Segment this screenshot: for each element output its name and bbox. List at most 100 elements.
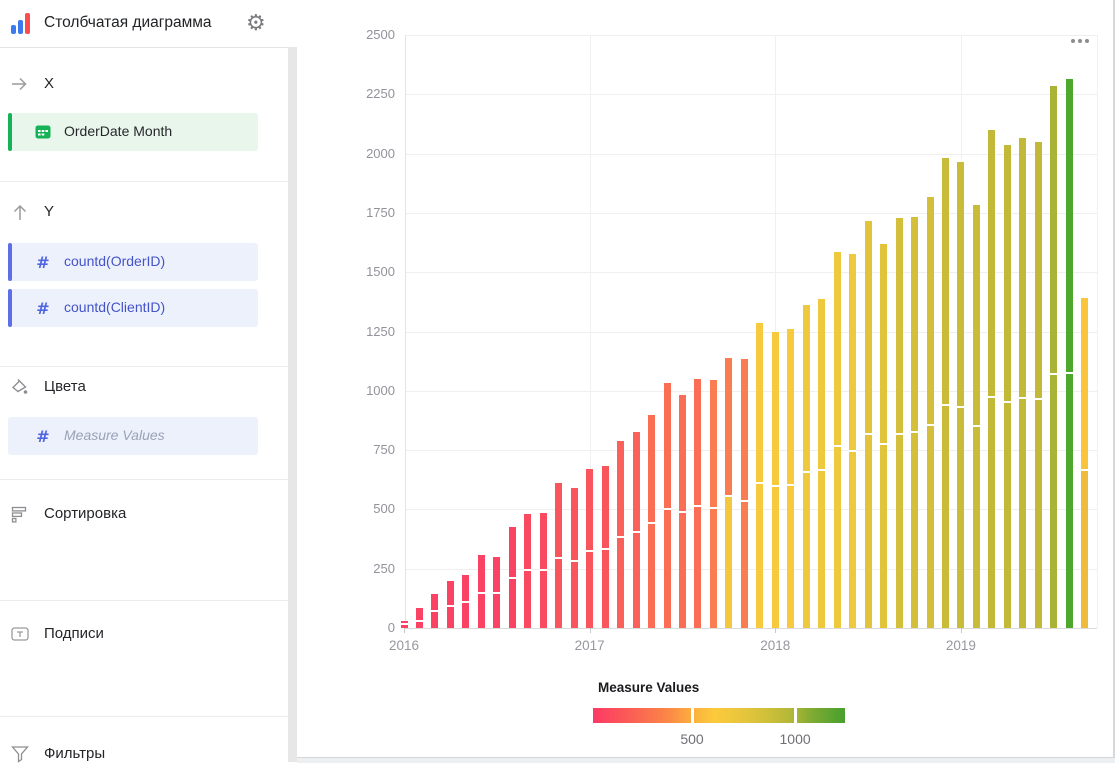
sidebar-scrollbar[interactable] — [288, 47, 297, 762]
hash-icon: # — [34, 427, 52, 445]
section-x-label: X — [44, 75, 54, 92]
y-field-label: countd(ClientID) — [64, 299, 165, 315]
y-field-countd-clientid[interactable]: # countd(ClientID) — [8, 289, 258, 327]
y-axis-tick-label: 1500 — [337, 264, 395, 279]
bar-countd-clientid[interactable] — [973, 425, 980, 628]
bar-countd-clientid[interactable] — [493, 592, 500, 628]
gear-icon[interactable]: ⚙ — [246, 9, 266, 37]
y-field-label: countd(OrderID) — [64, 253, 165, 269]
x-axis-line — [405, 628, 1097, 629]
bar-countd-clientid[interactable] — [927, 424, 934, 628]
field-sidebar: Столбчатая диаграмма ⚙ X OrderDate Month… — [0, 0, 297, 762]
measure-accent — [8, 243, 12, 281]
divider — [0, 479, 288, 480]
bar-countd-clientid[interactable] — [772, 485, 779, 629]
funnel-icon — [10, 744, 30, 764]
y-axis-tick-label: 250 — [337, 561, 395, 576]
section-sorting-header[interactable]: Сортировка — [0, 503, 288, 527]
bar-countd-clientid[interactable] — [787, 484, 794, 628]
bar-countd-clientid[interactable] — [478, 592, 485, 628]
x-axis-tick — [404, 628, 405, 633]
legend-tick-label: 1000 — [780, 731, 811, 747]
bar-countd-clientid[interactable] — [586, 550, 593, 628]
bar-countd-clientid[interactable] — [803, 471, 810, 628]
y-axis-line — [405, 35, 406, 628]
bar-countd-clientid[interactable] — [509, 577, 516, 628]
bar-countd-clientid[interactable] — [617, 536, 624, 628]
colors-field-measure-values[interactable]: # Measure Values — [8, 417, 258, 455]
bar-countd-clientid[interactable] — [710, 507, 717, 628]
x-axis-year-label: 2019 — [946, 638, 976, 653]
bar-countd-clientid[interactable] — [694, 505, 701, 628]
section-sorting-label: Сортировка — [44, 505, 126, 522]
bar-countd-clientid[interactable] — [524, 569, 531, 628]
y-field-countd-orderid[interactable]: # countd(OrderID) — [8, 243, 258, 281]
bar-countd-clientid[interactable] — [756, 482, 763, 628]
bar-countd-clientid[interactable] — [648, 522, 655, 628]
section-colors-label: Цвета — [44, 378, 86, 395]
divider — [0, 366, 288, 367]
bar-countd-clientid[interactable] — [818, 469, 825, 628]
bar-countd-clientid[interactable] — [865, 433, 872, 628]
paint-bucket-icon — [10, 377, 30, 397]
bar-countd-clientid[interactable] — [462, 601, 469, 628]
bar-countd-clientid[interactable] — [849, 450, 856, 628]
bar-countd-clientid[interactable] — [1050, 373, 1057, 628]
bar-countd-clientid[interactable] — [571, 560, 578, 628]
bar-countd-clientid[interactable] — [988, 396, 995, 628]
bar-countd-clientid[interactable] — [1035, 398, 1042, 628]
bar-countd-clientid[interactable] — [1019, 397, 1026, 628]
legend-title: Measure Values — [598, 680, 699, 695]
bar-countd-clientid[interactable] — [555, 557, 562, 628]
bar-countd-clientid[interactable] — [1066, 372, 1073, 628]
sort-bars-icon — [10, 504, 30, 524]
section-filters-label: Фильтры — [44, 745, 105, 762]
calendar-icon — [34, 123, 52, 141]
dimension-accent — [8, 113, 12, 151]
y-axis-tick-label: 2000 — [337, 146, 395, 161]
bottom-scrollbar-track[interactable] — [297, 757, 1115, 763]
bar-countd-clientid[interactable] — [834, 445, 841, 628]
y-axis-tick-label: 1000 — [337, 383, 395, 398]
bar-countd-clientid[interactable] — [602, 548, 609, 628]
measure-accent — [8, 289, 12, 327]
text-label-icon — [10, 624, 30, 644]
bar-countd-clientid[interactable] — [633, 531, 640, 628]
bar-countd-clientid[interactable] — [896, 433, 903, 628]
legend-divider — [794, 708, 797, 723]
gridline-vertical — [1097, 35, 1098, 628]
bar-countd-clientid[interactable] — [401, 623, 408, 628]
x-field-orderdate-month[interactable]: OrderDate Month — [8, 113, 258, 151]
bar-countd-clientid[interactable] — [942, 404, 949, 628]
x-axis-year-label: 2017 — [575, 638, 605, 653]
bar-countd-clientid[interactable] — [447, 605, 454, 628]
y-axis-tick-label: 750 — [337, 442, 395, 457]
bar-countd-clientid[interactable] — [880, 443, 887, 628]
section-labels-label: Подписи — [44, 625, 104, 642]
bar-countd-clientid[interactable] — [1004, 401, 1011, 628]
bar-countd-clientid[interactable] — [416, 620, 423, 628]
bar-countd-clientid[interactable] — [957, 406, 964, 628]
bar-countd-clientid[interactable] — [431, 610, 438, 628]
section-x-header: X — [0, 73, 288, 97]
hash-icon: # — [34, 253, 52, 271]
arrow-up-icon — [10, 202, 30, 222]
chart-type-title: Столбчатая диаграмма — [44, 14, 212, 32]
bar-countd-clientid[interactable] — [540, 569, 547, 628]
chart-more-menu-icon[interactable] — [1069, 34, 1095, 48]
bar-countd-clientid[interactable] — [679, 511, 686, 628]
bar-countd-clientid[interactable] — [1081, 469, 1088, 628]
bar-countd-clientid[interactable] — [911, 431, 918, 628]
section-y-header: Y — [0, 201, 288, 225]
bar-countd-clientid[interactable] — [741, 500, 748, 628]
arrow-right-icon — [10, 74, 30, 94]
bar-countd-clientid[interactable] — [664, 508, 671, 628]
hash-icon: # — [34, 299, 52, 317]
legend-divider — [691, 708, 694, 723]
section-labels-header[interactable]: Подписи — [0, 623, 288, 647]
divider — [0, 181, 288, 182]
section-filters-header[interactable]: Фильтры — [0, 743, 288, 767]
y-axis-tick-label: 1250 — [337, 324, 395, 339]
x-axis-tick — [961, 628, 962, 633]
bar-countd-clientid[interactable] — [725, 495, 732, 628]
